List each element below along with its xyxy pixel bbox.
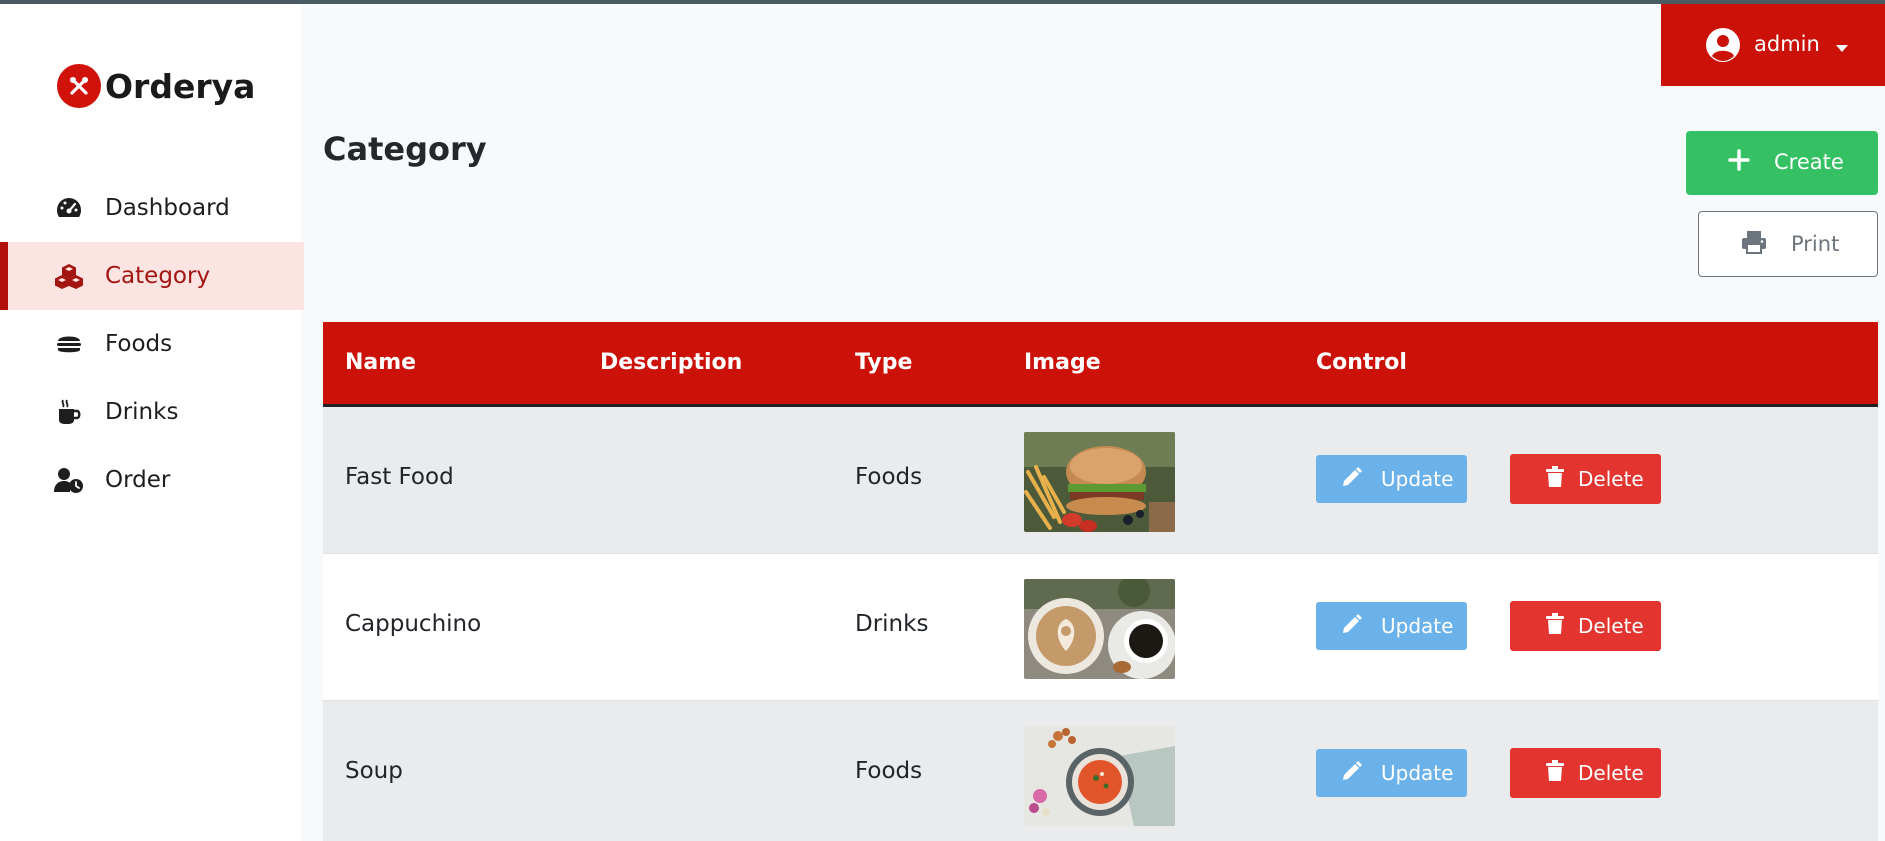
- sidebar-item-label: Foods: [105, 331, 173, 357]
- create-button[interactable]: Create: [1686, 131, 1878, 195]
- update-button[interactable]: Update: [1316, 749, 1467, 797]
- category-table: Name Description Type Image Control Fast…: [323, 322, 1878, 841]
- burger-icon: [54, 329, 84, 359]
- delete-button-label: Delete: [1578, 761, 1644, 785]
- window-top-border: [0, 0, 1885, 4]
- pencil-icon: [1340, 614, 1362, 641]
- table-row: Cappuchino Drinks Update Delete: [323, 554, 1878, 701]
- sidebar-item-label: Drinks: [105, 399, 179, 425]
- speedometer-icon: [54, 193, 84, 223]
- user-circle-icon: [1706, 28, 1740, 66]
- create-button-label: Create: [1774, 150, 1844, 174]
- sidebar-item-drinks[interactable]: Drinks: [0, 378, 304, 446]
- update-button[interactable]: Update: [1316, 602, 1467, 650]
- column-header-type[interactable]: Type: [855, 350, 912, 375]
- table-header: Name Description Type Image Control: [323, 322, 1878, 407]
- update-button-label: Update: [1381, 467, 1454, 491]
- trash-icon: [1546, 613, 1564, 640]
- column-header-image[interactable]: Image: [1024, 350, 1101, 375]
- delete-button[interactable]: Delete: [1510, 601, 1661, 651]
- fork-knife-icon: [57, 64, 101, 108]
- table-row: Soup Foods Update Delete: [323, 701, 1878, 841]
- column-header-name[interactable]: Name: [345, 350, 416, 375]
- printer-icon: [1741, 230, 1767, 259]
- tomato-soup-bowl-photo: [1024, 726, 1175, 826]
- cubes-icon: [54, 261, 84, 291]
- sidebar-item-label: Order: [105, 467, 171, 493]
- pencil-icon: [1340, 761, 1362, 788]
- print-button-label: Print: [1791, 232, 1840, 256]
- burger-fries-photo: [1024, 432, 1175, 532]
- update-button-label: Update: [1381, 761, 1454, 785]
- sidebar-item-label: Category: [105, 263, 211, 289]
- user-menu-button[interactable]: admin: [1661, 4, 1885, 86]
- cappuccino-cups-photo: [1024, 579, 1175, 679]
- cell-name: Cappuchino: [345, 611, 482, 637]
- user-clock-icon: [54, 465, 84, 495]
- sidebar-item-label: Dashboard: [105, 195, 230, 221]
- delete-button[interactable]: Delete: [1510, 454, 1661, 504]
- update-button-label: Update: [1381, 614, 1454, 638]
- print-button[interactable]: Print: [1698, 211, 1878, 277]
- trash-icon: [1546, 466, 1564, 493]
- column-header-description[interactable]: Description: [600, 350, 742, 375]
- cell-type: Foods: [855, 758, 923, 784]
- table-row: Fast Food Foods Update Delete: [323, 407, 1878, 554]
- sidebar-item-category[interactable]: Category: [0, 242, 304, 310]
- delete-button-label: Delete: [1578, 467, 1644, 491]
- sidebar: Orderya Dashboard Category Foods Drinks …: [0, 4, 304, 841]
- brand-name: Orderya: [105, 66, 256, 106]
- sidebar-item-dashboard[interactable]: Dashboard: [0, 174, 304, 242]
- sidebar-item-foods[interactable]: Foods: [0, 310, 304, 378]
- page-title: Category: [323, 130, 487, 168]
- cell-type: Foods: [855, 464, 923, 490]
- coffee-mug-icon: [54, 397, 84, 427]
- brand-logo[interactable]: Orderya: [57, 64, 255, 108]
- cell-name: Fast Food: [345, 464, 454, 490]
- trash-icon: [1546, 760, 1564, 787]
- delete-button-label: Delete: [1578, 614, 1644, 638]
- user-name: admin: [1754, 32, 1820, 56]
- plus-icon: [1728, 149, 1750, 176]
- pencil-icon: [1340, 467, 1362, 494]
- update-button[interactable]: Update: [1316, 455, 1467, 503]
- delete-button[interactable]: Delete: [1510, 748, 1661, 798]
- cell-name: Soup: [345, 758, 403, 784]
- caret-down-icon: [1835, 38, 1849, 57]
- sidebar-item-order[interactable]: Order: [0, 446, 304, 514]
- column-header-control[interactable]: Control: [1316, 350, 1407, 375]
- cell-type: Drinks: [855, 611, 929, 637]
